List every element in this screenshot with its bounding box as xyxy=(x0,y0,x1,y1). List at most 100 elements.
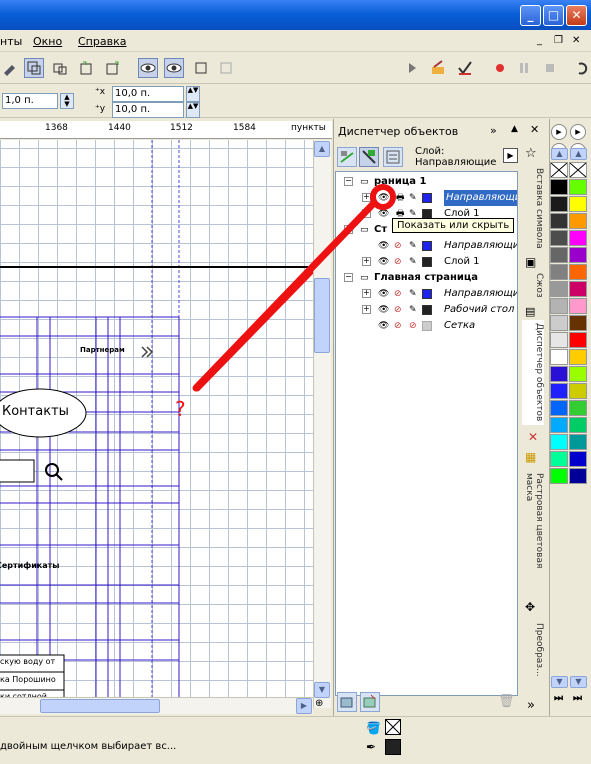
y-offset-spinner[interactable]: ▲▼ xyxy=(186,102,200,118)
palette-swatch[interactable] xyxy=(569,196,587,212)
palette-swatch[interactable] xyxy=(550,434,568,450)
palette-swatch-none[interactable] xyxy=(550,162,568,178)
palette-swatch[interactable] xyxy=(569,349,587,365)
docker-expand-icon[interactable]: » xyxy=(490,124,497,137)
view-eye-icon-2[interactable] xyxy=(164,58,184,78)
outline-color-swatch[interactable] xyxy=(385,739,401,755)
palette-play-icon-2[interactable]: ▶ xyxy=(570,124,586,140)
zoom-icon[interactable]: ⊕ xyxy=(315,698,323,709)
palette-swatch[interactable] xyxy=(550,315,568,331)
layer-manager-icon[interactable] xyxy=(383,147,403,167)
palette-swatch[interactable] xyxy=(569,417,587,433)
scroll-up-button[interactable]: ▲ xyxy=(314,141,330,157)
docker-close-icon[interactable]: ✕ xyxy=(530,123,539,136)
snap-guides-icon[interactable] xyxy=(50,58,70,78)
docker-flyout-button[interactable]: ▶ xyxy=(503,148,518,163)
palette-swatch[interactable] xyxy=(550,213,568,229)
hscroll-thumb[interactable] xyxy=(40,699,160,713)
palette-swatch[interactable] xyxy=(569,400,587,416)
palette-end-icon-2[interactable]: ⏭ xyxy=(573,693,582,704)
fill-none-swatch[interactable] xyxy=(385,719,401,735)
undo-icon[interactable] xyxy=(572,58,591,78)
palette-swatch[interactable] xyxy=(550,451,568,467)
palette-swatch[interactable] xyxy=(569,434,587,450)
tabs-more-icon[interactable]: » xyxy=(527,698,535,713)
palette-swatch[interactable] xyxy=(550,366,568,382)
palette-play-icon[interactable]: ▶ xyxy=(551,124,567,140)
palette-swatch[interactable] xyxy=(569,281,587,297)
tab-link[interactable]: Сжоз xyxy=(522,270,544,300)
palette-swatch[interactable] xyxy=(550,332,568,348)
tab-bitmap-mask[interactable]: Растровая цветовая маска xyxy=(522,470,544,595)
tab-insert-symbol[interactable]: Вставка символа xyxy=(522,165,544,250)
snap-grid-icon[interactable] xyxy=(24,58,44,78)
palette-swatch-none[interactable] xyxy=(569,162,587,178)
dynamic-guides-icon[interactable] xyxy=(102,58,122,78)
stop-icon[interactable] xyxy=(540,58,560,78)
palette-swatch[interactable] xyxy=(550,281,568,297)
palette-swatch[interactable] xyxy=(569,468,587,484)
minimize-button[interactable]: _ xyxy=(520,5,541,26)
palette-swatch[interactable] xyxy=(569,264,587,280)
snap-objects-icon[interactable] xyxy=(76,58,96,78)
new-layer-icon[interactable] xyxy=(337,692,357,712)
palette-swatch[interactable] xyxy=(550,264,568,280)
palette-scroll-down-2[interactable]: ▼ xyxy=(570,676,587,688)
record-icon[interactable] xyxy=(490,58,510,78)
view-eye-icon[interactable] xyxy=(138,58,158,78)
scroll-down-button[interactable]: ▼ xyxy=(314,682,330,698)
x-offset-field[interactable]: 10,0 п. xyxy=(112,86,184,102)
tab-transform[interactable]: Преобраз... xyxy=(522,620,544,690)
grid-icon[interactable] xyxy=(216,58,236,78)
palette-swatch[interactable] xyxy=(569,383,587,399)
menu-item-window[interactable]: Окно xyxy=(33,35,62,48)
palette-swatch[interactable] xyxy=(550,298,568,314)
palette-scroll-up[interactable]: ▲ xyxy=(551,148,568,160)
tab-object-manager[interactable]: Диспетчер объектов xyxy=(522,320,544,425)
menu-item-help[interactable]: Справка xyxy=(78,35,126,48)
close-button[interactable]: ✕ xyxy=(566,5,587,26)
palette-swatch[interactable] xyxy=(569,366,587,382)
check-icon[interactable] xyxy=(455,58,475,78)
palette-swatch[interactable] xyxy=(550,400,568,416)
delete-icon[interactable]: 🗑 xyxy=(498,694,515,709)
palette-swatch[interactable] xyxy=(569,179,587,195)
play-icon[interactable] xyxy=(402,58,422,78)
palette-swatch[interactable] xyxy=(550,247,568,263)
size-field[interactable]: 1,0 п. xyxy=(2,93,58,109)
palette-swatch[interactable] xyxy=(569,332,587,348)
menu-item-objects[interactable]: нты xyxy=(0,35,22,48)
palette-swatch[interactable] xyxy=(569,315,587,331)
frame-icon[interactable] xyxy=(191,58,211,78)
size-spinner[interactable]: ▲ ▼ xyxy=(60,93,74,109)
arrange-icon[interactable] xyxy=(0,58,20,78)
palette-swatch[interactable] xyxy=(569,451,587,467)
doc-restore-button[interactable]: ❐ xyxy=(554,35,563,46)
edit-icon[interactable] xyxy=(428,58,448,78)
maximize-button[interactable]: □ xyxy=(543,5,564,26)
tab-close-icon[interactable]: ✕ xyxy=(528,430,538,444)
palette-swatch[interactable] xyxy=(550,179,568,195)
doc-minimize-button[interactable]: _ xyxy=(537,35,542,46)
palette-swatch[interactable] xyxy=(569,298,587,314)
palette-scroll-up-2[interactable]: ▲ xyxy=(570,148,587,160)
layer-properties-icon[interactable] xyxy=(337,147,357,167)
palette-swatch[interactable] xyxy=(550,349,568,365)
palette-swatch[interactable] xyxy=(569,213,587,229)
palette-end-icon[interactable]: ⏭ xyxy=(554,693,563,704)
new-master-layer-icon[interactable] xyxy=(360,692,380,712)
x-offset-spinner[interactable]: ▲▼ xyxy=(186,86,200,102)
palette-swatch[interactable] xyxy=(550,196,568,212)
palette-swatch[interactable] xyxy=(550,230,568,246)
doc-close-button[interactable]: ✕ xyxy=(572,35,580,46)
tree-row-page[interactable]: − ▭ раница 1 xyxy=(336,174,517,190)
edit-across-layers-icon[interactable] xyxy=(359,147,379,167)
palette-swatch[interactable] xyxy=(550,417,568,433)
palette-swatch[interactable] xyxy=(550,468,568,484)
palette-swatch[interactable] xyxy=(550,383,568,399)
palette-scroll-down[interactable]: ▼ xyxy=(551,676,568,688)
scroll-right-button[interactable]: ▶ xyxy=(296,698,312,714)
palette-swatch[interactable] xyxy=(569,247,587,263)
palette-swatch[interactable] xyxy=(569,230,587,246)
y-offset-field[interactable]: 10,0 п. xyxy=(112,102,184,118)
